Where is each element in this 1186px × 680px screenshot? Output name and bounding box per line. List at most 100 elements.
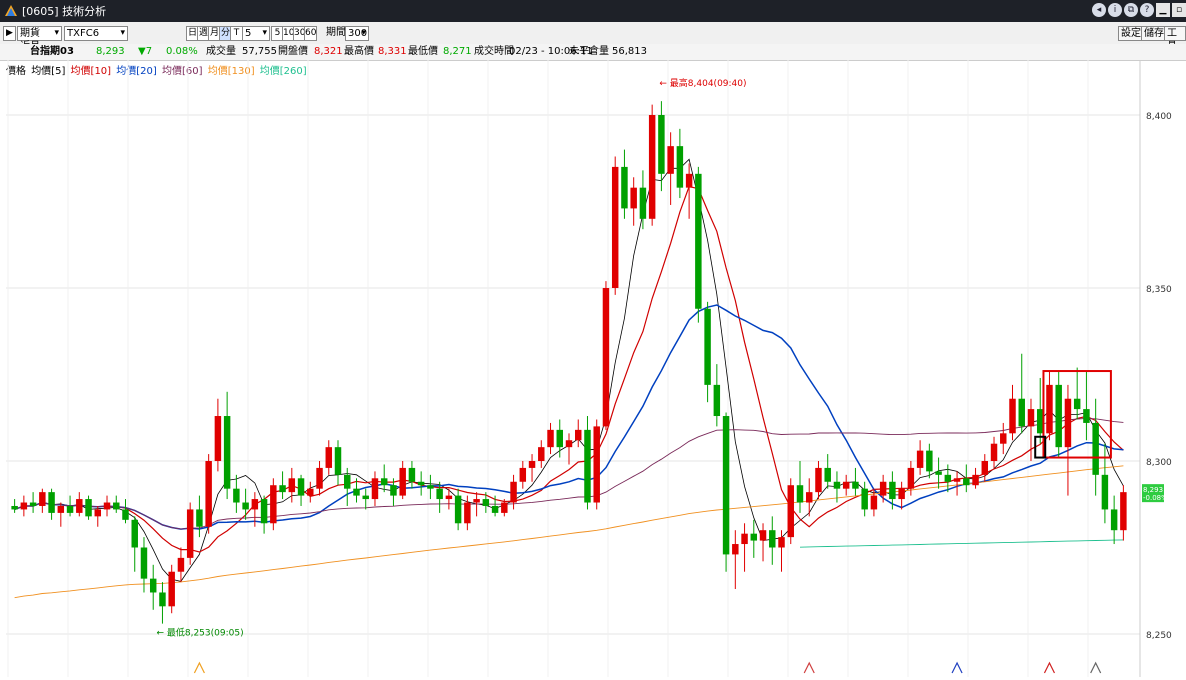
candle-body <box>935 471 942 475</box>
volume-value: 57,755 <box>242 46 277 57</box>
candle-body <box>436 488 443 500</box>
ma-260-line <box>799 539 1124 548</box>
candle-body <box>427 485 434 489</box>
maximize-button[interactable]: ▫ <box>1172 3 1186 17</box>
candle-body <box>547 429 554 448</box>
chart-area[interactable]: 8,250 8,300 8,350 8,400 ← 最高8,404(09:40) ← 最低… <box>0 60 1186 677</box>
candle-body <box>805 492 813 503</box>
candle-body <box>288 478 296 493</box>
candle-body <box>833 481 841 489</box>
candlestick-chart[interactable]: 8,250 8,300 8,350 8,400 ← 最高8,404(09:40) ← 最低… <box>0 60 1186 677</box>
minimize-button[interactable]: ▁ <box>1156 3 1170 17</box>
candle-body <box>445 495 453 500</box>
open-interest-label: 未平倉量 <box>569 46 609 57</box>
candle-body <box>639 187 647 219</box>
candle-body <box>963 478 970 486</box>
time-label: 成交時間 <box>474 46 514 57</box>
candle-body <box>1120 492 1127 531</box>
candle-body <box>39 492 46 506</box>
play-icon[interactable]: ▶ <box>3 26 16 41</box>
candle-body <box>926 450 933 472</box>
info-icon[interactable]: i <box>1108 3 1122 17</box>
candle-body <box>334 447 342 475</box>
count-label: 期間 <box>326 27 346 38</box>
candle-body <box>482 499 490 506</box>
candle-body <box>260 499 268 524</box>
low-annotation: ← 最低8,253(09:05) <box>156 627 243 639</box>
back-icon[interactable]: ◂ <box>1092 3 1106 17</box>
candle-body <box>538 447 545 461</box>
candle-body <box>648 115 656 219</box>
candle-body <box>177 557 185 572</box>
quote-change-pct: 0.08% <box>166 46 198 57</box>
candle-body <box>140 547 148 579</box>
candle-body <box>29 502 37 506</box>
candle-body <box>362 495 369 500</box>
candle-body <box>279 485 286 493</box>
candle-body <box>519 467 527 482</box>
candle-body <box>11 505 18 510</box>
low-label: 最低價 <box>408 46 438 57</box>
candle-body <box>575 429 582 441</box>
candle-body <box>990 443 998 461</box>
candle-body <box>944 474 952 482</box>
candle-body <box>1018 398 1025 427</box>
candle-body <box>916 450 924 468</box>
candle-body <box>94 509 102 517</box>
candle-body <box>251 499 259 510</box>
candle-body <box>1009 398 1016 434</box>
candle-body <box>1073 398 1081 410</box>
candle-body <box>454 495 462 524</box>
open-label: 開盤價 <box>278 46 308 57</box>
popout-icon[interactable]: ⧉ <box>1124 3 1138 17</box>
candle-body <box>667 146 674 174</box>
candle-body <box>380 478 388 486</box>
symbol-select[interactable]: TXFC6 <box>64 26 128 41</box>
candle-body <box>113 502 120 510</box>
candle-body <box>621 166 628 209</box>
candle-body <box>750 533 758 541</box>
signal-marker-icon <box>1090 661 1102 674</box>
interval-60-button[interactable]: 60 <box>304 26 317 41</box>
help-icon[interactable]: ? <box>1140 3 1154 17</box>
candle-body <box>658 115 665 174</box>
candle-body <box>371 478 379 500</box>
candle-body <box>1101 474 1109 510</box>
toolbar: ▶ 期貨近月 TXFC6 日 週 月 分 T 5 5 10 30 60 期間 3… <box>0 22 1186 52</box>
candle-body <box>879 481 887 496</box>
window-controls: ◂ i ⧉ ? ▁ ▫ <box>1092 3 1186 17</box>
tools-button[interactable]: 工具 <box>1164 26 1186 52</box>
candle-body <box>1083 409 1090 423</box>
last-change-text: -0.08% <box>1143 494 1168 502</box>
candle-body <box>344 474 351 489</box>
candle-body <box>1110 509 1118 531</box>
quote-price: 8,293 <box>96 46 125 57</box>
signal-marker-icon <box>193 661 205 674</box>
candle-body <box>787 485 794 538</box>
candle-body <box>796 485 804 503</box>
candle-body <box>205 461 212 527</box>
candle-body <box>316 467 323 489</box>
candle-body <box>510 481 517 503</box>
candle-body <box>196 509 203 527</box>
candle-body <box>584 429 591 503</box>
candle-body <box>713 384 721 417</box>
candle-body <box>1027 409 1035 427</box>
high-label: 最高價 <box>344 46 374 57</box>
candle-body <box>48 492 55 513</box>
ma-5-line <box>14 158 1124 582</box>
candle-body <box>676 146 684 188</box>
candle-body <box>103 502 111 510</box>
symbol-type-select[interactable]: 期貨近月 <box>17 26 62 52</box>
candle-body <box>149 578 157 593</box>
candle-body <box>473 499 480 503</box>
candle-body <box>417 481 425 486</box>
candle-body <box>214 416 222 461</box>
count-input[interactable]: 300 <box>345 26 369 41</box>
candle-body <box>861 488 868 510</box>
candle-body <box>741 533 748 545</box>
candle-body <box>159 592 166 607</box>
candle-body <box>556 429 563 448</box>
interval-select[interactable]: 5 <box>242 26 270 41</box>
candle-body <box>593 426 600 503</box>
